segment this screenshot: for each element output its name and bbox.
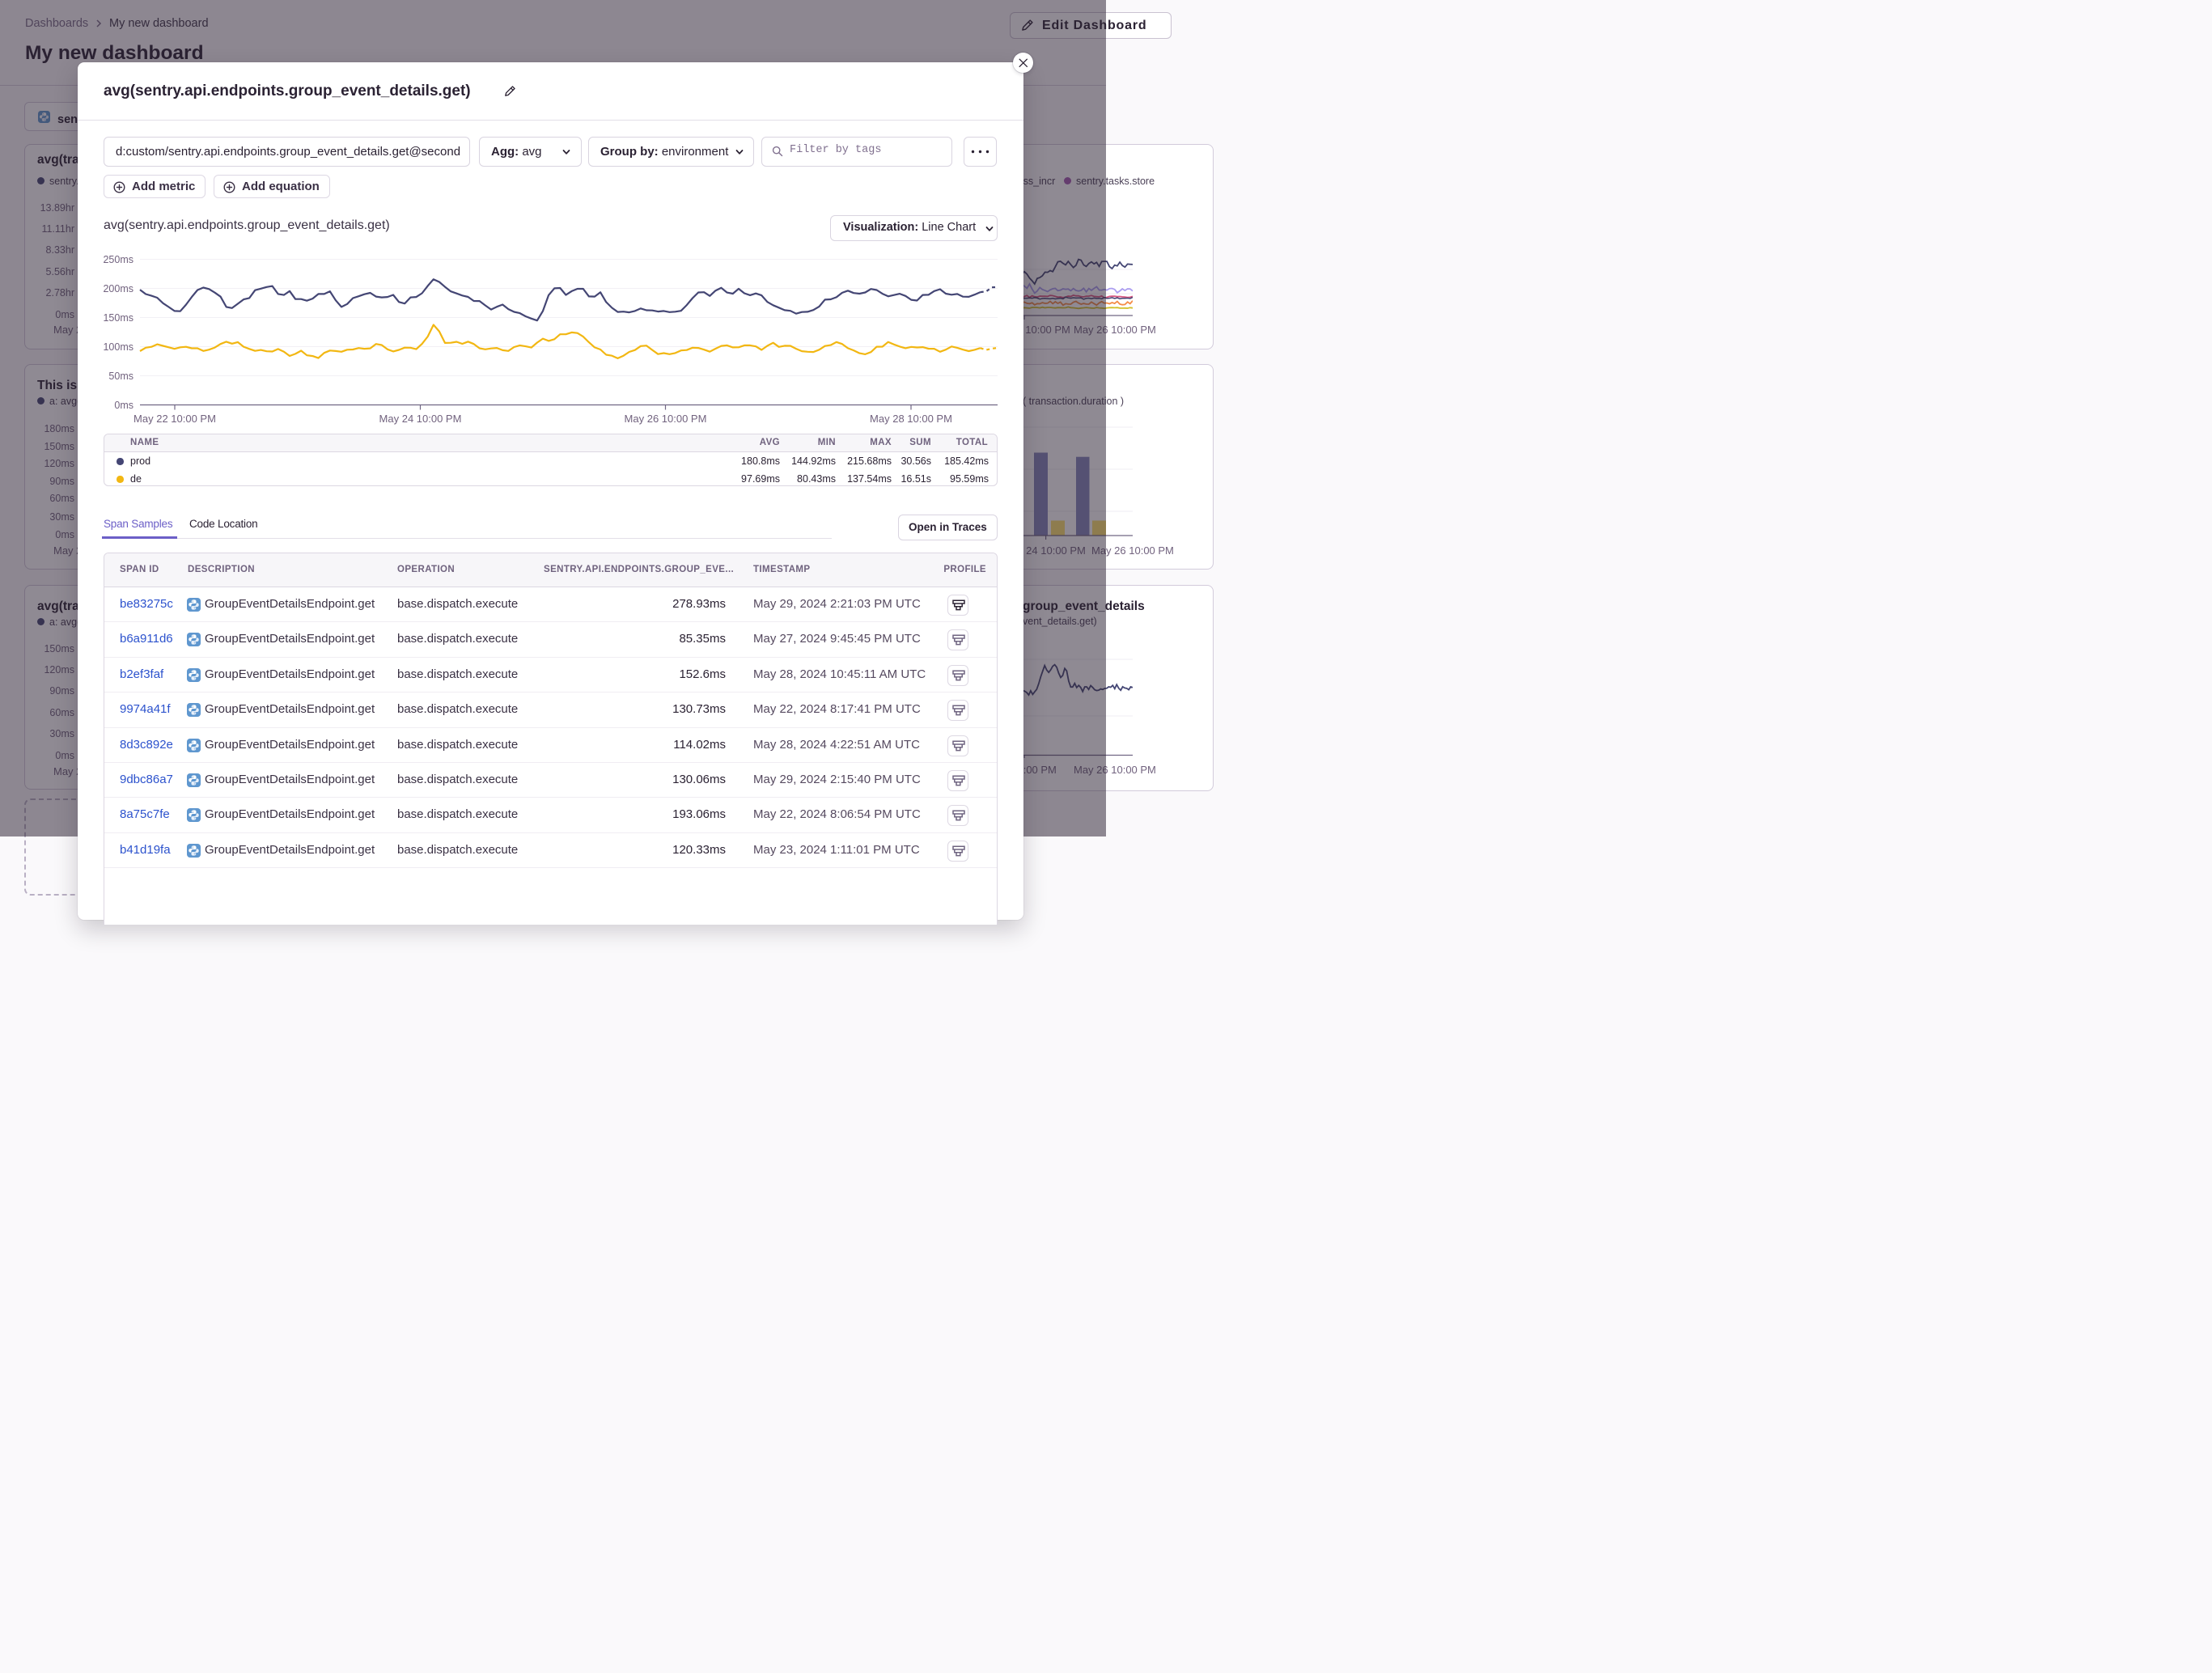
svg-text:May 26 10:00 PM: May 26 10:00 PM	[625, 413, 707, 425]
svg-text:50ms: 50ms	[108, 371, 133, 382]
svg-text:May 28 10:00 PM: May 28 10:00 PM	[870, 413, 952, 425]
svg-text:May 24 10:00 PM: May 24 10:00 PM	[379, 413, 462, 425]
svg-text:0ms: 0ms	[114, 400, 133, 411]
svg-text:250ms: 250ms	[104, 254, 133, 265]
svg-text:150ms: 150ms	[104, 312, 133, 324]
svg-text:200ms: 200ms	[104, 283, 133, 294]
svg-text:100ms: 100ms	[104, 341, 133, 353]
svg-text:May 22 10:00 PM: May 22 10:00 PM	[133, 413, 216, 425]
